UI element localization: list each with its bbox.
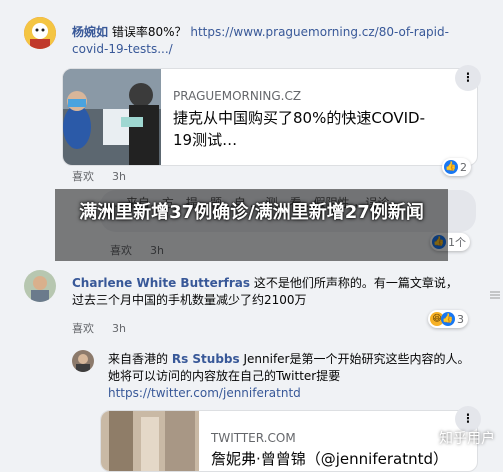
like-icon: 👍 [444, 160, 458, 174]
avatar-image-icon [72, 350, 94, 372]
reaction-summary[interactable]: 😆 👍 3 [428, 310, 468, 328]
reaction-count: 2 [460, 160, 467, 174]
preview-source: PRAGUEMORNING.CZ [173, 89, 302, 103]
comment-time[interactable]: 3h [112, 322, 126, 335]
avatar[interactable] [24, 17, 56, 49]
reaction-count: 3 [457, 312, 464, 326]
preview-thumbnail [63, 69, 161, 165]
reply-author[interactable]: Rs Stubbs [172, 352, 240, 366]
link-preview-card[interactable]: PRAGUEMORNING.CZ 捷克从中国购买了80%的快速COVID-19测… [62, 68, 478, 166]
avatar-image-icon [24, 270, 56, 302]
reply-link[interactable]: https://twitter.com/jenniferatntd [108, 386, 301, 400]
reply-prefix: 来自香港的 [108, 352, 169, 366]
reaction-count: 1个 [448, 236, 466, 249]
comment-text: Charlene White Butterfras 这不是他们所声称的。有一篇文… [72, 275, 468, 309]
like-action[interactable]: 喜欢 [72, 170, 94, 183]
more-options-icon[interactable]: ⁝ [455, 65, 481, 91]
avatar[interactable] [24, 270, 56, 302]
watermark: 知乎用户 [439, 431, 495, 447]
comment-actions: 喜欢 3h [72, 320, 144, 336]
comment-time[interactable]: 3h [112, 170, 126, 183]
preview-source: TWITTER.COM [211, 431, 296, 445]
preview-thumbnail [101, 411, 199, 471]
comment-author[interactable]: Charlene White Butterfras [72, 276, 250, 290]
avatar[interactable] [72, 350, 94, 372]
comment-body: 错误率80%？ [111, 25, 187, 39]
scrollbar-handle[interactable] [489, 288, 501, 302]
preview-title: 詹妮弗·曾曾锦（@jenniferatntd） [211, 450, 449, 468]
comment-actions: 喜欢 3h [72, 168, 144, 184]
preview-title: 捷克从中国购买了80%的快速COVID-19测试… [173, 109, 426, 149]
avatar-image-icon [24, 17, 56, 49]
reply-text: 来自香港的 Rs Stubbs Jennifer是第一个开始研究这些内容的人。她… [108, 351, 470, 402]
reaction-summary[interactable]: 👍 2 [442, 158, 471, 176]
comment-author[interactable]: 杨婉如 [72, 25, 108, 39]
link-preview-card[interactable]: TWITTER.COM 詹妮弗·曾曾锦（@jenniferatntd） [100, 410, 478, 472]
overlay-headline: 满洲里新增37例确诊/满洲里新增27例新闻 [79, 202, 424, 223]
like-action[interactable]: 喜欢 [72, 322, 94, 335]
like-icon: 👍 [441, 312, 455, 326]
comment-text: 杨婉如 错误率80%？ https://www.praguemorning.cz… [72, 24, 468, 58]
